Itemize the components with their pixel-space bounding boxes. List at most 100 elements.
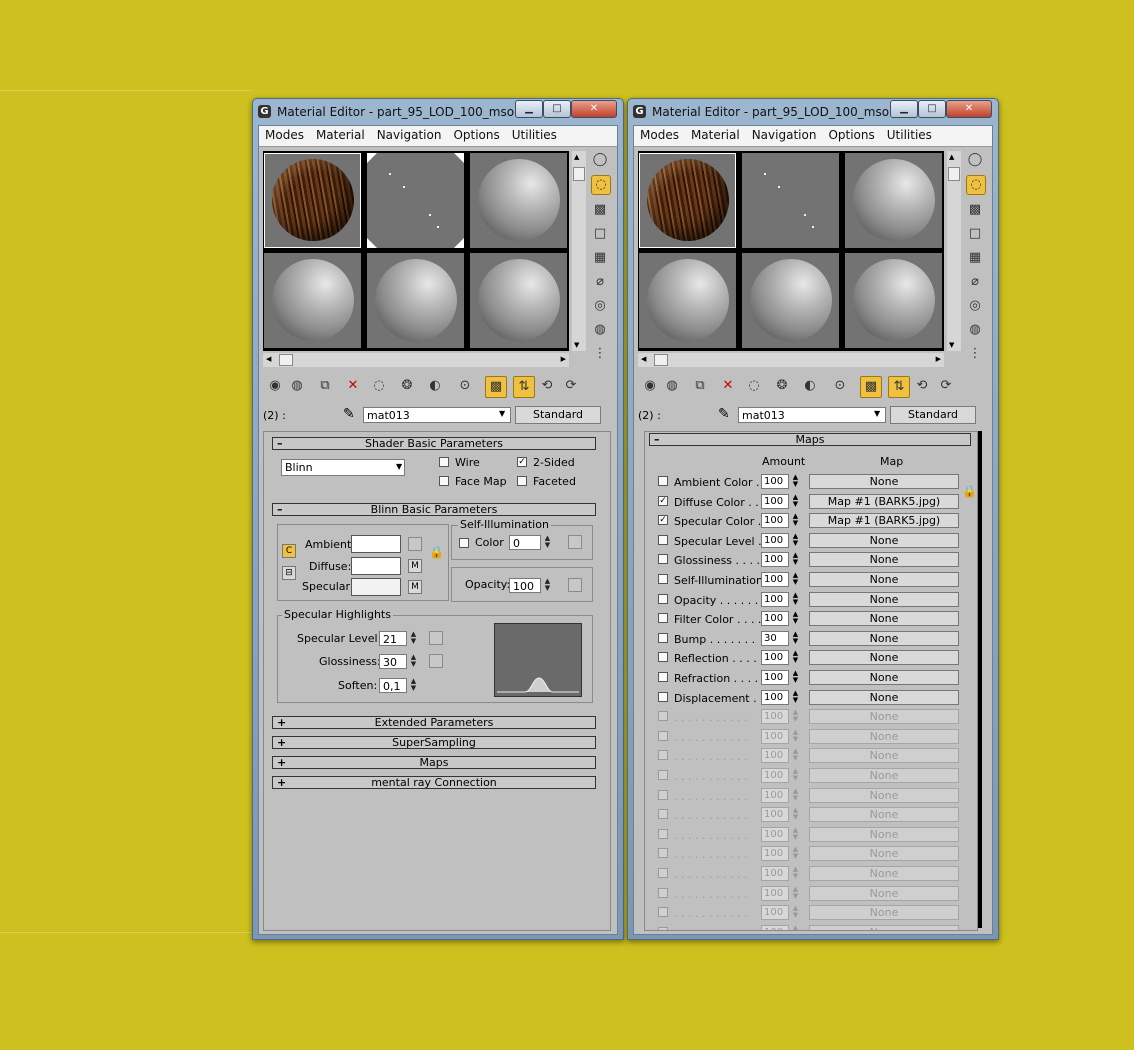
select-by-material-icon[interactable]: ◍ — [966, 321, 984, 339]
backlight-icon[interactable]: ◌ — [591, 175, 611, 195]
map-slot-button[interactable]: None — [809, 611, 959, 627]
eyedropper-icon[interactable]: ✎ — [343, 406, 355, 422]
map-slot-button[interactable]: Map #1 (BARK5.jpg) — [809, 493, 959, 509]
sample-slot-3[interactable] — [470, 153, 567, 248]
put-to-library-icon[interactable]: ◐ — [800, 376, 820, 396]
sample-slot-6[interactable] — [845, 253, 942, 348]
map-amount-field[interactable]: 100 — [761, 513, 789, 529]
ambient-color-swatch[interactable] — [351, 535, 401, 553]
options-icon[interactable]: ◎ — [966, 297, 984, 315]
extended-parameters-rollout[interactable]: + Extended Parameters — [272, 716, 596, 729]
map-slot-button[interactable]: None — [809, 552, 959, 568]
sample-slot-2[interactable] — [367, 153, 464, 248]
specular-level-map-button[interactable] — [429, 631, 443, 645]
mental-ray-connection-rollout[interactable]: + mental ray Connection — [272, 776, 596, 789]
shader-dropdown-arrow-icon[interactable]: ▼ — [396, 462, 402, 471]
material-type-button[interactable]: Standard — [890, 406, 976, 424]
map-enable-checkbox[interactable] — [658, 632, 668, 643]
map-enable-checkbox[interactable] — [658, 691, 668, 702]
opacity-map-button[interactable] — [568, 578, 582, 592]
sample-slot-6[interactable] — [470, 253, 567, 348]
put-to-scene-icon[interactable]: ◍ — [662, 376, 682, 396]
go-forward-to-sibling-icon[interactable]: ⟳ — [936, 376, 956, 396]
scroll-left-icon[interactable]: ◀ — [641, 355, 646, 363]
title-bar[interactable]: G Material Editor - part_95_LOD_100_mso … — [253, 99, 623, 125]
menu-material[interactable]: Material — [685, 126, 746, 144]
menu-modes[interactable]: Modes — [634, 126, 685, 144]
make-preview-icon[interactable]: ⌀ — [591, 273, 609, 291]
get-material-icon[interactable]: ◉ — [265, 376, 285, 396]
minimize-button[interactable]: ▁ — [890, 100, 918, 118]
put-to-library-icon[interactable]: ◐ — [425, 376, 445, 396]
make-unique-icon[interactable]: ❂ — [772, 376, 792, 396]
map-slot-button[interactable]: None — [809, 572, 959, 587]
diffuse-color-swatch[interactable] — [351, 557, 401, 575]
scroll-up-icon[interactable]: ▲ — [574, 153, 579, 161]
sample-slot-2[interactable] — [742, 153, 839, 248]
sample-slot-5[interactable] — [367, 253, 464, 348]
put-to-scene-icon[interactable]: ◍ — [287, 376, 307, 396]
material-map-navigator-icon[interactable]: ⋮ — [966, 345, 984, 363]
reset-map-icon[interactable]: ✕ — [718, 376, 738, 396]
menu-material[interactable]: Material — [310, 126, 371, 144]
map-enable-checkbox[interactable] — [658, 574, 668, 584]
sample-slot-1[interactable] — [264, 153, 361, 248]
slots-horizontal-scrollbar[interactable]: ◀ ▶ — [263, 353, 569, 367]
go-to-parent-icon[interactable]: ⟲ — [912, 376, 932, 396]
sample-slot-4[interactable] — [639, 253, 736, 348]
shader-basic-parameters-rollout[interactable]: – Shader Basic Parameters — [272, 437, 596, 450]
diffuse-map-button[interactable]: M — [408, 559, 422, 573]
video-color-check-icon[interactable]: ▦ — [591, 249, 609, 267]
map-slot-button[interactable]: Map #1 (BARK5.jpg) — [809, 513, 959, 529]
sample-slot-1[interactable] — [639, 153, 736, 248]
specular-map-button[interactable]: M — [408, 580, 422, 594]
map-slot-button[interactable]: None — [809, 591, 959, 607]
self-illum-color-checkbox[interactable] — [459, 538, 469, 548]
map-amount-spinner[interactable]: ▲ ▼ — [791, 513, 800, 528]
go-forward-to-sibling-icon[interactable]: ⟳ — [561, 376, 581, 396]
map-enable-checkbox[interactable] — [658, 652, 668, 663]
lock-ambient-diffuse-c-button[interactable]: C — [282, 544, 296, 558]
map-amount-field[interactable]: 100 — [761, 532, 789, 548]
make-unique-icon[interactable]: ❂ — [397, 376, 417, 396]
show-end-result-icon[interactable]: ⇅ — [513, 376, 535, 398]
minimize-button[interactable]: ▁ — [515, 100, 543, 118]
menu-navigation[interactable]: Navigation — [746, 126, 823, 144]
menu-modes[interactable]: Modes — [259, 126, 310, 144]
map-amount-spinner[interactable]: ▲ ▼ — [791, 630, 800, 646]
sample-uv-tiling-icon[interactable]: □ — [966, 225, 984, 243]
sample-slot-5[interactable] — [742, 253, 839, 348]
show-end-result-icon[interactable]: ⇅ — [888, 376, 910, 398]
video-color-check-icon[interactable]: ▦ — [966, 249, 984, 267]
map-enable-checkbox[interactable] — [658, 672, 668, 682]
map-enable-checkbox[interactable] — [658, 476, 668, 486]
go-to-parent-icon[interactable]: ⟲ — [537, 376, 557, 396]
glossiness-spinner[interactable]: ▲ ▼ — [409, 654, 418, 670]
eyedropper-icon[interactable]: ✎ — [718, 406, 730, 422]
soften-field[interactable]: 0,1 — [379, 678, 407, 693]
scroll-thumb[interactable] — [279, 354, 293, 366]
name-dropdown-icon[interactable]: ▼ — [499, 409, 505, 418]
map-amount-field[interactable]: 100 — [761, 689, 789, 705]
material-name-field[interactable]: mat013 — [363, 407, 511, 423]
self-illum-spinner[interactable]: ▲ ▼ — [543, 535, 552, 551]
material-id-channel-icon[interactable]: ⊙ — [455, 376, 475, 396]
face-map-checkbox[interactable] — [439, 476, 449, 486]
maps-rollout[interactable]: – Maps — [649, 433, 971, 446]
maximize-button[interactable]: □ — [543, 100, 571, 118]
map-amount-spinner[interactable]: ▲ ▼ — [791, 572, 800, 587]
lock-diffuse-specular-button[interactable]: ⊟ — [282, 566, 296, 580]
ambient-map-button[interactable] — [408, 537, 422, 551]
map-amount-spinner[interactable]: ▲ ▼ — [791, 474, 800, 489]
specular-level-field[interactable]: 21 — [379, 631, 407, 646]
scroll-down-icon[interactable]: ▼ — [574, 341, 579, 349]
slots-vertical-scrollbar[interactable]: ▲ ▼ — [572, 151, 586, 351]
backlight-icon[interactable]: ◌ — [966, 175, 986, 195]
maps-rollout[interactable]: + Maps — [272, 756, 596, 769]
get-material-icon[interactable]: ◉ — [640, 376, 660, 396]
map-amount-spinner[interactable]: ▲ ▼ — [791, 532, 800, 548]
map-enable-checkbox[interactable] — [658, 613, 668, 624]
two-sided-checkbox[interactable]: ✓ — [517, 457, 527, 467]
opacity-spinner[interactable]: ▲ ▼ — [543, 578, 552, 594]
scroll-down-icon[interactable]: ▼ — [949, 341, 954, 349]
